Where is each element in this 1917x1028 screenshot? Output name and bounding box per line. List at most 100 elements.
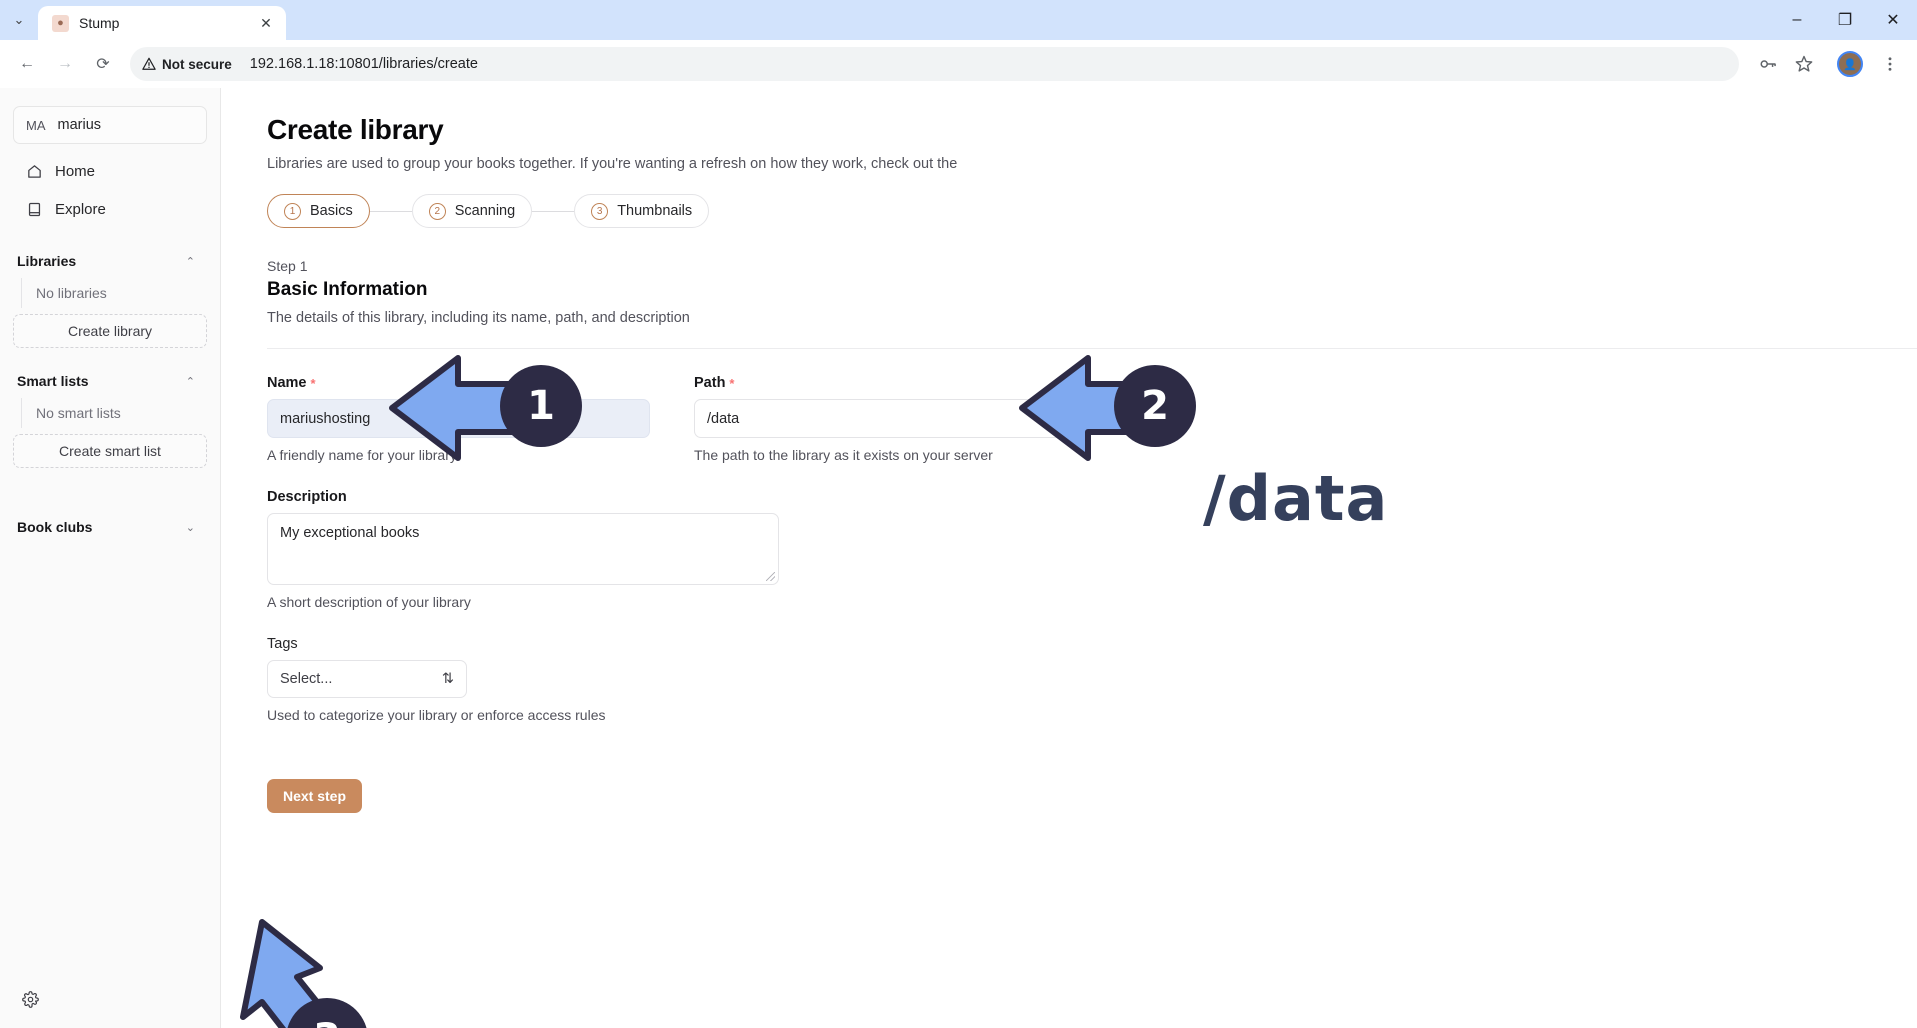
user-initials: MA: [26, 117, 46, 133]
name-path-row: Name * mariushosting A friendly name for…: [267, 375, 1917, 463]
sidebar: MA marius Home Explore Libraries ⌃ No li…: [0, 88, 221, 1028]
sidebar-section-libraries-body: No libraries: [21, 278, 207, 308]
step-connector: [532, 210, 575, 212]
step-connector: [369, 210, 412, 212]
key-icon[interactable]: [1751, 47, 1785, 81]
tags-label: Tags: [267, 636, 1917, 652]
step-thumbnails[interactable]: 3 Thumbnails: [574, 194, 710, 228]
textarea-resize-handle[interactable]: [766, 572, 775, 581]
step-thumbnails-number: 3: [591, 202, 609, 220]
chevron-up-down-icon: ⇅: [441, 671, 454, 687]
page-subtitle: Libraries are used to group your books t…: [267, 156, 958, 172]
sidebar-section-libraries-title: Libraries: [17, 253, 77, 269]
path-help-text: The path to the library as it exists on …: [694, 447, 993, 463]
name-input[interactable]: mariushosting: [267, 399, 650, 438]
path-label-text: Path: [694, 375, 726, 391]
step-scanning[interactable]: 2 Scanning: [411, 194, 533, 228]
section-heading: Basic Information: [267, 279, 428, 300]
warning-triangle-icon: [142, 57, 156, 70]
sidebar-item-home[interactable]: Home: [13, 152, 207, 190]
address-bar[interactable]: Not secure 192.168.1.18:10801/libraries/…: [130, 47, 1739, 81]
folder-icon: [1044, 413, 1058, 425]
browser-tabstrip: ⌄ ● Stump ✕ – ❐ ✕: [0, 0, 1917, 40]
sidebar-section-smartlists-header[interactable]: Smart lists ⌃: [13, 364, 207, 398]
step-basics[interactable]: 1 Basics: [267, 194, 370, 228]
window-controls: – ❐ ✕: [1773, 0, 1917, 40]
name-help-text: A friendly name for your library: [267, 447, 457, 463]
description-textarea[interactable]: My exceptional books: [267, 513, 779, 585]
no-libraries-text: No libraries: [36, 285, 107, 301]
three-dot-menu-icon[interactable]: [1873, 47, 1907, 81]
next-step-button[interactable]: Next step: [267, 779, 363, 813]
step-thumbnails-label: Thumbnails: [617, 203, 693, 219]
step-basics-number: 1: [284, 202, 301, 220]
divider: [267, 348, 1917, 349]
browser-tab[interactable]: ● Stump ✕: [38, 6, 286, 40]
tab-title: Stump: [79, 15, 120, 31]
path-input[interactable]: /data: [694, 399, 1077, 438]
main-content: Create library Libraries are used to gro…: [221, 88, 1917, 1028]
tags-label-text: Tags: [267, 636, 298, 652]
tab-search-chevron-down-icon[interactable]: ⌄: [0, 0, 38, 40]
chevron-up-icon[interactable]: ⌃: [186, 375, 195, 388]
step-basics-label: Basics: [310, 203, 353, 219]
section-description: The details of this library, including i…: [267, 310, 690, 326]
sidebar-item-home-label: Home: [55, 162, 96, 180]
sidebar-section-bookclubs-header[interactable]: Book clubs ⌄: [13, 510, 207, 544]
tags-select-value: Select...: [280, 671, 333, 687]
sidebar-section-smartlists-title: Smart lists: [17, 373, 89, 389]
window-close-icon[interactable]: ✕: [1869, 0, 1917, 40]
user-name: marius: [57, 117, 102, 133]
name-label: Name *: [267, 375, 650, 391]
toolbar-right-group: 👤: [1751, 47, 1907, 81]
tab-close-icon[interactable]: ✕: [256, 13, 276, 33]
url-text: 192.168.1.18:10801/libraries/create: [249, 56, 478, 72]
step-scanning-number: 2: [428, 202, 446, 220]
gear-icon: [21, 990, 39, 1008]
name-required-marker: *: [310, 375, 316, 391]
window-maximize-icon[interactable]: ❐: [1821, 0, 1869, 40]
not-secure-label: Not secure: [162, 56, 232, 72]
tags-help-text: Used to categorize your library or enfor…: [267, 707, 606, 723]
description-help-text: A short description of your library: [267, 594, 471, 610]
description-textarea-value: My exceptional books: [280, 525, 420, 541]
stump-favicon-icon: ●: [52, 14, 69, 32]
window-minimize-icon[interactable]: –: [1773, 0, 1821, 40]
description-label-text: Description: [267, 489, 347, 505]
description-label: Description: [267, 489, 1917, 505]
step-indicator: Step 1: [267, 258, 308, 274]
path-field-group: Path * /data The path to the library as …: [694, 375, 1077, 463]
create-library-button[interactable]: Create library: [13, 314, 207, 348]
not-secure-badge[interactable]: Not secure: [142, 57, 242, 72]
sidebar-section-smartlists-body: No smart lists: [21, 398, 207, 428]
star-icon[interactable]: [1787, 47, 1821, 81]
sidebar-section-libraries-header[interactable]: Libraries ⌃: [13, 244, 207, 278]
home-icon: [25, 162, 43, 180]
name-label-text: Name: [267, 375, 307, 391]
name-input-value: mariushosting: [280, 410, 371, 427]
sidebar-section-bookclubs-title: Book clubs: [17, 519, 93, 535]
chevron-down-icon[interactable]: ⌄: [186, 521, 195, 534]
create-smart-list-button[interactable]: Create smart list: [13, 434, 207, 468]
folder-browse-button[interactable]: [1038, 406, 1064, 432]
back-icon[interactable]: ←: [10, 47, 44, 81]
path-input-value: /data: [707, 410, 740, 427]
profile-avatar[interactable]: 👤: [1837, 51, 1863, 77]
chevron-up-icon[interactable]: ⌃: [186, 255, 195, 268]
sidebar-item-explore[interactable]: Explore: [13, 190, 207, 228]
no-smart-lists-text: No smart lists: [36, 405, 121, 421]
user-menu[interactable]: MA marius: [13, 106, 207, 144]
page-root: MA marius Home Explore Libraries ⌃ No li…: [0, 88, 1917, 1028]
sidebar-item-explore-label: Explore: [55, 200, 106, 218]
tags-select[interactable]: Select... ⇅: [267, 660, 467, 698]
page-title: Create library: [267, 114, 444, 145]
reload-icon[interactable]: ⟳: [86, 47, 120, 81]
tags-field-group: Tags Select... ⇅ Used to categorize your…: [267, 636, 1917, 723]
description-field-group: Description My exceptional books A short…: [267, 489, 1917, 610]
path-required-marker: *: [729, 375, 735, 391]
forward-icon[interactable]: →: [48, 47, 82, 81]
path-label: Path *: [694, 375, 1077, 391]
settings-button[interactable]: [13, 982, 47, 1016]
name-field-group: Name * mariushosting A friendly name for…: [267, 375, 650, 463]
step-scanning-label: Scanning: [454, 203, 516, 219]
